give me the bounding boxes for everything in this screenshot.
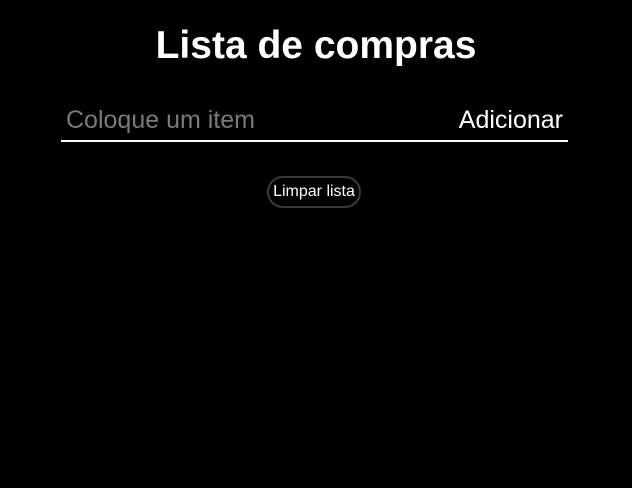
clear-list-button[interactable]: Limpar lista xyxy=(267,176,361,208)
item-input[interactable] xyxy=(61,100,451,140)
add-item-form: Adicionar xyxy=(61,100,568,142)
page-title: Lista de compras xyxy=(155,24,477,67)
add-button[interactable]: Adicionar xyxy=(451,100,568,140)
shopping-list-app: Lista de compras Adicionar Limpar lista xyxy=(0,0,632,488)
